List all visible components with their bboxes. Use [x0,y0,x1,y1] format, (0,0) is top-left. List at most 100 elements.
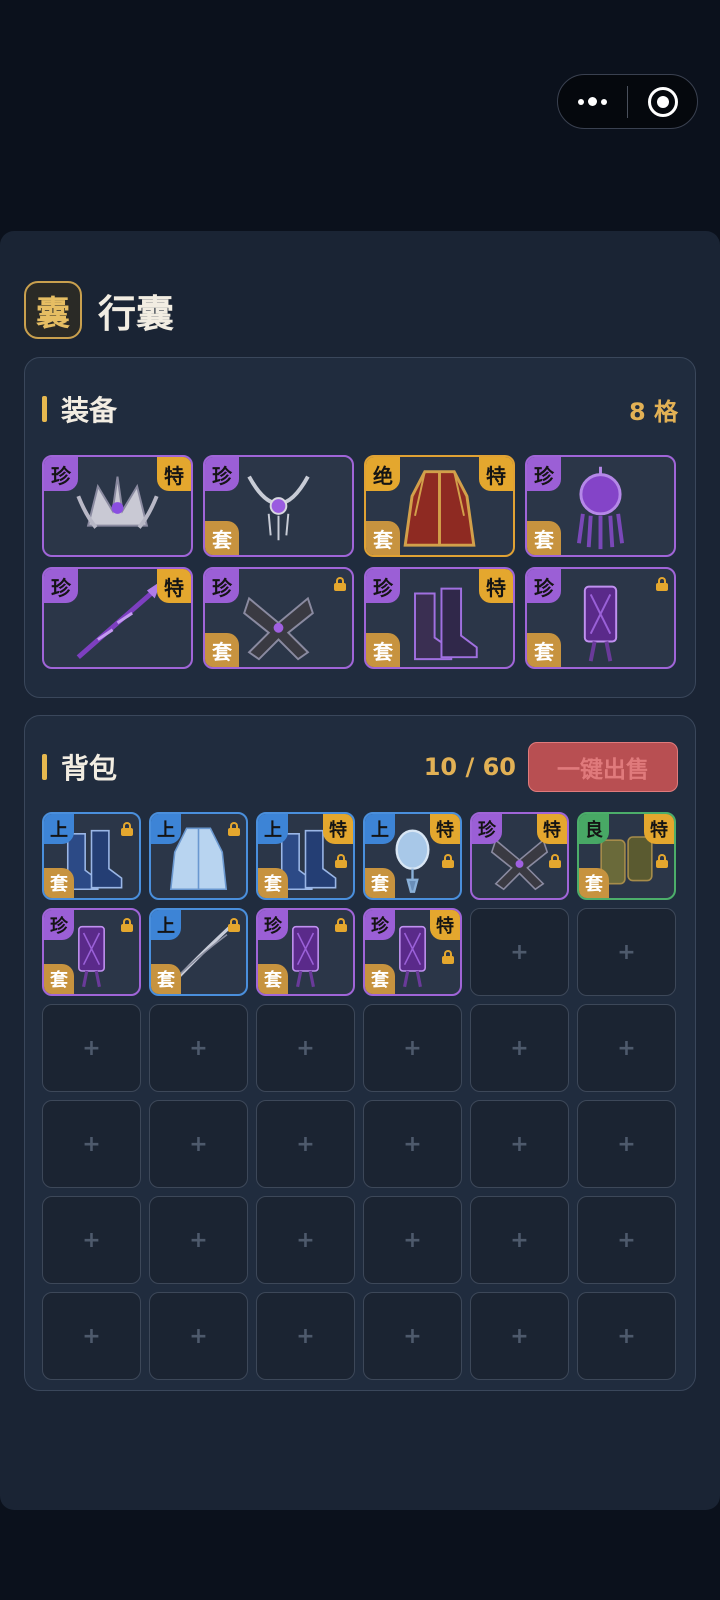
set-badge: 套 [365,964,395,994]
empty-slot[interactable]: + [363,1292,462,1380]
empty-slot[interactable]: + [363,1004,462,1092]
item-slot[interactable]: 珍套 [203,455,354,557]
panel-header: 囊 行囊 [24,281,174,339]
set-badge: 套 [205,633,239,667]
set-badge: 套 [527,633,561,667]
plus-icon: + [617,1035,636,1061]
quality-badge: 上 [365,814,395,844]
empty-slot[interactable]: + [577,1004,676,1092]
item-slot[interactable]: 珍 特套 [363,908,462,996]
equipment-header: 装备 8 格 [42,386,678,432]
sell-all-button[interactable]: 一键出售 [528,742,678,792]
item-slot[interactable]: 珍 特套 [364,567,515,669]
more-menu-button[interactable] [558,75,627,128]
plus-icon: + [296,1131,315,1157]
plus-icon: + [82,1323,101,1349]
lock-icon [335,918,347,932]
item-slot[interactable]: 珍套 [203,567,354,669]
equipment-count: 8 格 [628,397,678,426]
empty-slot[interactable]: + [149,1292,248,1380]
quality-badge: 良 [579,814,609,844]
empty-slot[interactable]: + [577,1196,676,1284]
item-slot[interactable]: 上套 [42,812,141,900]
quality-badge: 珍 [365,910,395,940]
quality-badge: 珍 [527,457,561,491]
plus-icon: + [617,1323,636,1349]
plus-icon: + [617,1131,636,1157]
empty-slot[interactable]: + [577,908,676,996]
item-slot[interactable]: 珍特 [470,812,569,900]
empty-slot[interactable]: + [42,1004,141,1092]
plus-icon: + [189,1131,208,1157]
item-slot[interactable]: 珍特 [42,567,193,669]
set-badge: 套 [366,521,400,555]
empty-slot[interactable]: + [577,1100,676,1188]
empty-slot[interactable]: + [470,1004,569,1092]
quality-badge: 上 [44,814,74,844]
special-badge: 特 [479,457,513,491]
equipment-section: 装备 8 格 珍特珍套绝特套珍套珍特珍套珍特套珍套 [24,357,696,698]
item-slot[interactable]: 上 特套 [363,812,462,900]
miniprogram-capsule [557,74,698,129]
lock-icon [121,822,133,836]
empty-slot[interactable]: + [42,1292,141,1380]
empty-slot[interactable]: + [470,908,569,996]
empty-slot[interactable]: + [256,1100,355,1188]
quality-badge: 珍 [44,457,78,491]
plus-icon: + [189,1035,208,1061]
plus-icon: + [510,1227,529,1253]
set-badge: 套 [365,868,395,898]
quality-badge: 上 [258,814,288,844]
plus-icon: + [82,1035,101,1061]
plus-icon: + [403,1227,422,1253]
item-slot[interactable]: 上 特套 [256,812,355,900]
item-slot[interactable]: 上 [149,812,248,900]
close-miniprogram-button[interactable] [628,75,697,128]
empty-slot[interactable]: + [256,1196,355,1284]
quality-badge: 珍 [205,457,239,491]
special-badge: 特 [430,814,460,844]
set-badge: 套 [205,521,239,555]
empty-slot[interactable]: + [256,1292,355,1380]
set-badge: 套 [258,868,288,898]
special-badge: 特 [323,814,353,844]
set-badge: 套 [366,633,400,667]
special-badge: 特 [157,457,191,491]
set-badge: 套 [258,964,288,994]
empty-slot[interactable]: + [363,1196,462,1284]
empty-slot[interactable]: + [149,1100,248,1188]
empty-slot[interactable]: + [363,1100,462,1188]
set-badge: 套 [527,521,561,555]
plus-icon: + [617,1227,636,1253]
item-slot[interactable]: 珍套 [42,908,141,996]
empty-slot[interactable]: + [470,1292,569,1380]
special-badge: 特 [479,569,513,603]
lock-icon [442,854,454,868]
empty-slot[interactable]: + [149,1196,248,1284]
plus-icon: + [510,1035,529,1061]
item-slot[interactable]: 上套 [149,908,248,996]
inventory-panel: 囊 行囊 装备 8 格 珍特珍套绝特套珍套珍特珍套珍特套珍套 背包 10 / 6… [0,231,720,1510]
item-slot[interactable]: 良 特套 [577,812,676,900]
plus-icon: + [403,1131,422,1157]
target-circle-icon [647,86,678,117]
empty-slot[interactable]: + [256,1004,355,1092]
plus-icon: + [617,939,636,965]
item-slot[interactable]: 珍套 [525,567,676,669]
item-slot[interactable]: 珍套 [256,908,355,996]
plus-icon: + [403,1323,422,1349]
empty-slot[interactable]: + [42,1196,141,1284]
empty-slot[interactable]: + [149,1004,248,1092]
special-badge: 特 [157,569,191,603]
empty-slot[interactable]: + [470,1100,569,1188]
quality-badge: 珍 [258,910,288,940]
bag-title-icon: 囊 [24,281,82,339]
item-slot[interactable]: 珍套 [525,455,676,557]
lock-icon [121,918,133,932]
empty-slot[interactable]: + [577,1292,676,1380]
item-slot[interactable]: 珍特 [42,455,193,557]
item-slot[interactable]: 绝 特套 [364,455,515,557]
empty-slot[interactable]: + [42,1100,141,1188]
empty-slot[interactable]: + [470,1196,569,1284]
plus-icon: + [296,1227,315,1253]
